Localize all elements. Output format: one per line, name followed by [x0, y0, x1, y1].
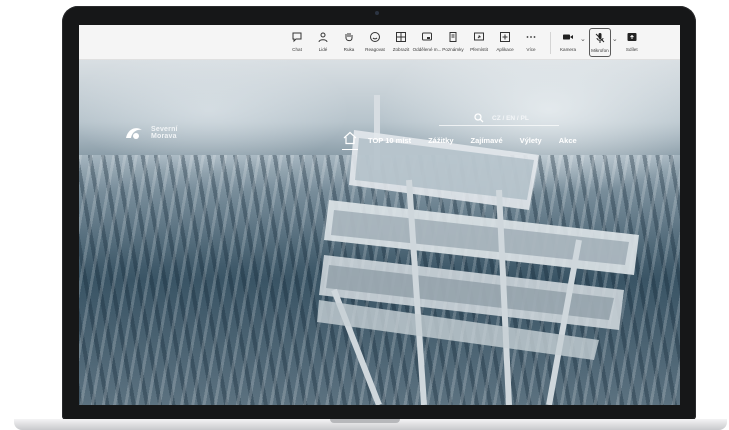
microphone-options-chevron-icon[interactable]: ⌄ [612, 35, 618, 43]
webcam [375, 11, 379, 15]
apps-label: Aplikace [496, 47, 514, 52]
home-icon[interactable] [342, 130, 358, 150]
toolbar-divider [550, 32, 551, 54]
camera-button[interactable]: Kamera [557, 25, 579, 60]
apps-button[interactable]: Aplikace [492, 25, 518, 60]
more-button[interactable]: Více [518, 25, 544, 60]
share-screen-icon [474, 32, 484, 41]
language-switcher[interactable]: CZ / EN / PL [492, 115, 529, 122]
apps-icon [500, 32, 510, 42]
microphone-button[interactable]: Mikrofon [588, 28, 611, 57]
raise-hand-icon [345, 33, 353, 42]
chat-icon [292, 32, 302, 43]
nav-item-akce[interactable]: Akce [559, 136, 577, 145]
move-label: Pfemístit [470, 47, 488, 52]
search-underline [439, 125, 559, 126]
lookout-tower-illustration [317, 95, 639, 405]
hero-image: Severní Morava CZ / EN / PL TOP 10 míst … [79, 60, 680, 405]
microphone-label: Mikrofon [591, 48, 609, 53]
screen: Chat Lidé Ruka Reagovat Zobrazit Oddělen… [79, 25, 680, 405]
more-label: Více [526, 47, 536, 52]
search-language-row: CZ / EN / PL [474, 113, 529, 123]
rooms-icon [422, 32, 432, 41]
camera-label: Kamera [559, 47, 577, 52]
logo-line-1: Severní [151, 126, 178, 133]
move-button[interactable]: Pfemístit [466, 25, 492, 60]
nav-item-vylety[interactable]: Výlety [520, 136, 542, 145]
people-button[interactable]: Lidé [310, 25, 336, 60]
logo-mark-icon [126, 128, 142, 139]
raise-hand-button[interactable]: Ruka [336, 25, 362, 60]
site-logo[interactable]: Severní Morava [123, 122, 178, 144]
logo-line-2: Morava [151, 133, 177, 140]
nav-item-zajimave[interactable]: Zajímavé [471, 136, 503, 145]
nav-item-zazitky[interactable]: Zážitky [428, 136, 453, 145]
view-button[interactable]: Zobrazit [388, 25, 414, 60]
smiley-icon [370, 32, 380, 42]
share-button[interactable]: Sdílet [621, 25, 643, 60]
breakout-rooms-label: Oddělené m... [412, 47, 442, 52]
search-icon[interactable] [474, 113, 484, 123]
notes-icon [449, 32, 457, 42]
share-icon [627, 33, 637, 41]
chat-label: Chat [292, 47, 302, 52]
notes-label: Poznámky [442, 47, 464, 52]
raise-hand-label: Ruka [343, 47, 355, 52]
breakout-rooms-button[interactable]: Oddělené m... [412, 25, 442, 60]
laptop-base-notch [330, 419, 400, 423]
camera-icon [563, 34, 573, 40]
nav-item-top-10[interactable]: TOP 10 míst [368, 136, 411, 145]
chat-button[interactable]: Chat [284, 25, 310, 60]
share-label: Sdílet [625, 47, 638, 52]
more-icon [526, 36, 536, 38]
react-button[interactable]: Reagovat [362, 25, 388, 60]
people-icon [318, 32, 328, 43]
notes-button[interactable]: Poznámky [440, 25, 466, 60]
people-label: Lidé [318, 47, 328, 52]
grid-icon [396, 32, 406, 42]
camera-options-chevron-icon[interactable]: ⌄ [580, 35, 586, 43]
main-navigation: TOP 10 míst Zážitky Zajímavé Výlety Akce [342, 130, 594, 150]
view-label: Zobrazit [392, 47, 410, 52]
meeting-toolbar: Chat Lidé Ruka Reagovat Zobrazit Oddělen… [79, 25, 680, 60]
react-label: Reagovat [365, 47, 385, 52]
microphone-icon [595, 33, 605, 43]
